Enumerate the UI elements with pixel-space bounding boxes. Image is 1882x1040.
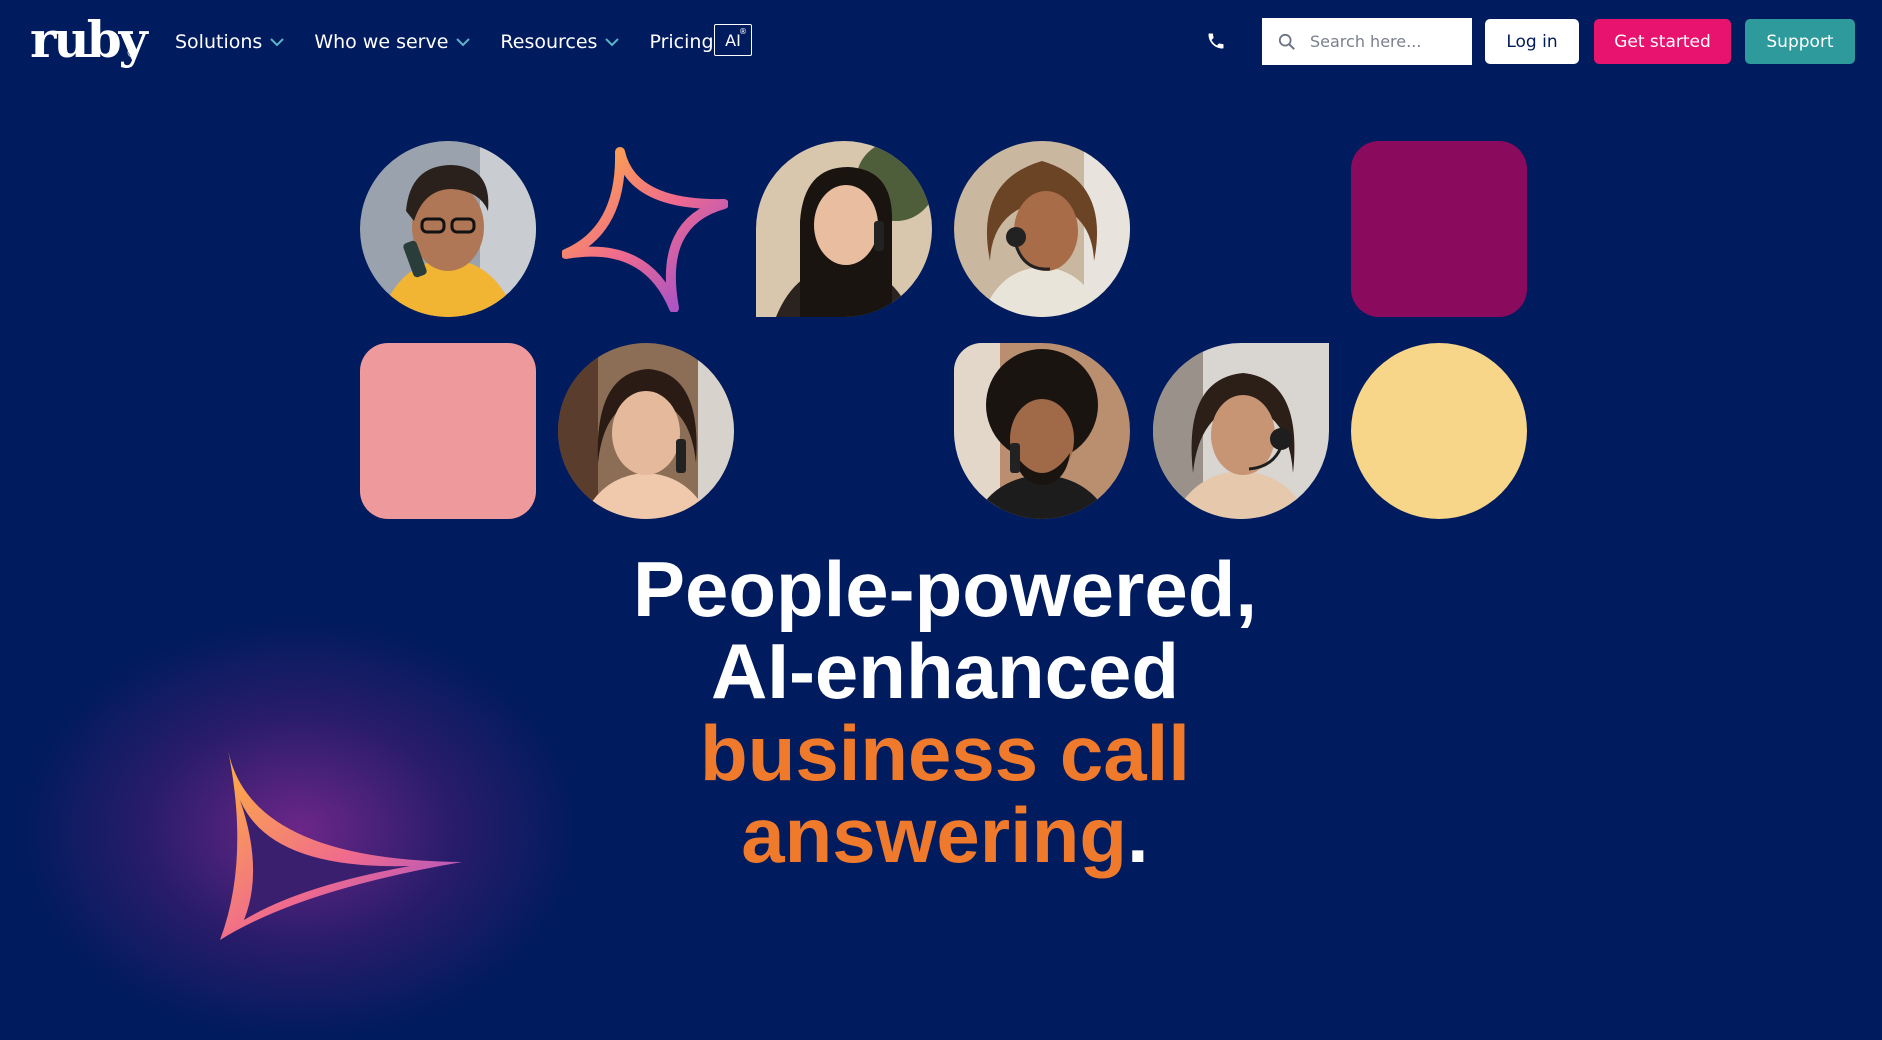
main-nav: Solutions Who we serve Resources Pricing	[175, 27, 744, 57]
chevron-down-icon	[605, 38, 620, 47]
photo-man-curly-hair-on-phone	[954, 343, 1130, 519]
nav-who-we-serve-label: Who we serve	[314, 31, 449, 53]
hero-line-4-text: answering	[741, 791, 1128, 879]
hero-line-4-period: .	[1127, 791, 1149, 879]
hero-heading: People-powered, AI-enhanced business cal…	[540, 548, 1350, 876]
nav-resources-label: Resources	[500, 31, 598, 53]
nav-pricing-label: Pricing	[649, 31, 714, 53]
decorative-purple-square	[1351, 141, 1527, 317]
phone-icon[interactable]	[1206, 31, 1226, 51]
login-button[interactable]: Log in	[1485, 19, 1579, 64]
sparkle-star-icon	[220, 750, 462, 940]
decorative-yellow-circle	[1351, 343, 1527, 519]
search-input[interactable]	[1308, 31, 1472, 52]
chevron-down-icon	[456, 38, 471, 47]
ai-registered-mark: ®	[739, 27, 747, 36]
photo-woman-smiling-on-phone	[756, 141, 932, 317]
site-header: ruby ® Solutions Who we serve Resources …	[0, 0, 1882, 84]
person-photo	[360, 141, 536, 317]
photo-woman-on-phone-smiling	[558, 343, 734, 519]
ruby-logo[interactable]: ruby ®	[30, 14, 148, 66]
chevron-down-icon	[270, 38, 285, 47]
person-photo	[756, 141, 932, 317]
nav-pricing[interactable]: Pricing	[649, 31, 713, 53]
hero-line-2: AI-enhanced	[710, 627, 1180, 715]
nav-resources[interactable]: Resources	[500, 31, 620, 53]
get-started-button[interactable]: Get started	[1594, 19, 1731, 64]
support-button[interactable]: Support	[1745, 19, 1855, 64]
ai-button[interactable]: AI ®	[714, 24, 752, 56]
search-icon	[1278, 33, 1295, 50]
hero-line-1: People-powered,	[632, 545, 1258, 633]
decorative-pink-square	[360, 343, 536, 519]
hero-line-3: business call	[700, 709, 1190, 797]
photo-woman-headset-smiling	[1153, 343, 1329, 519]
person-photo	[954, 343, 1130, 519]
person-photo	[954, 141, 1130, 317]
nav-who-we-serve[interactable]: Who we serve	[314, 31, 471, 53]
nav-solutions[interactable]: Solutions	[175, 31, 285, 53]
nav-solutions-label: Solutions	[175, 31, 263, 53]
photo-woman-headset	[954, 141, 1130, 317]
search-box[interactable]	[1262, 18, 1472, 65]
sparkle-star-icon	[562, 147, 728, 312]
photo-woman-glasses-on-phone	[360, 141, 536, 317]
logo-registered-mark: ®	[126, 46, 138, 60]
person-photo	[1153, 343, 1329, 519]
hero-line-4: answering.	[540, 794, 1350, 876]
person-photo	[558, 343, 734, 519]
